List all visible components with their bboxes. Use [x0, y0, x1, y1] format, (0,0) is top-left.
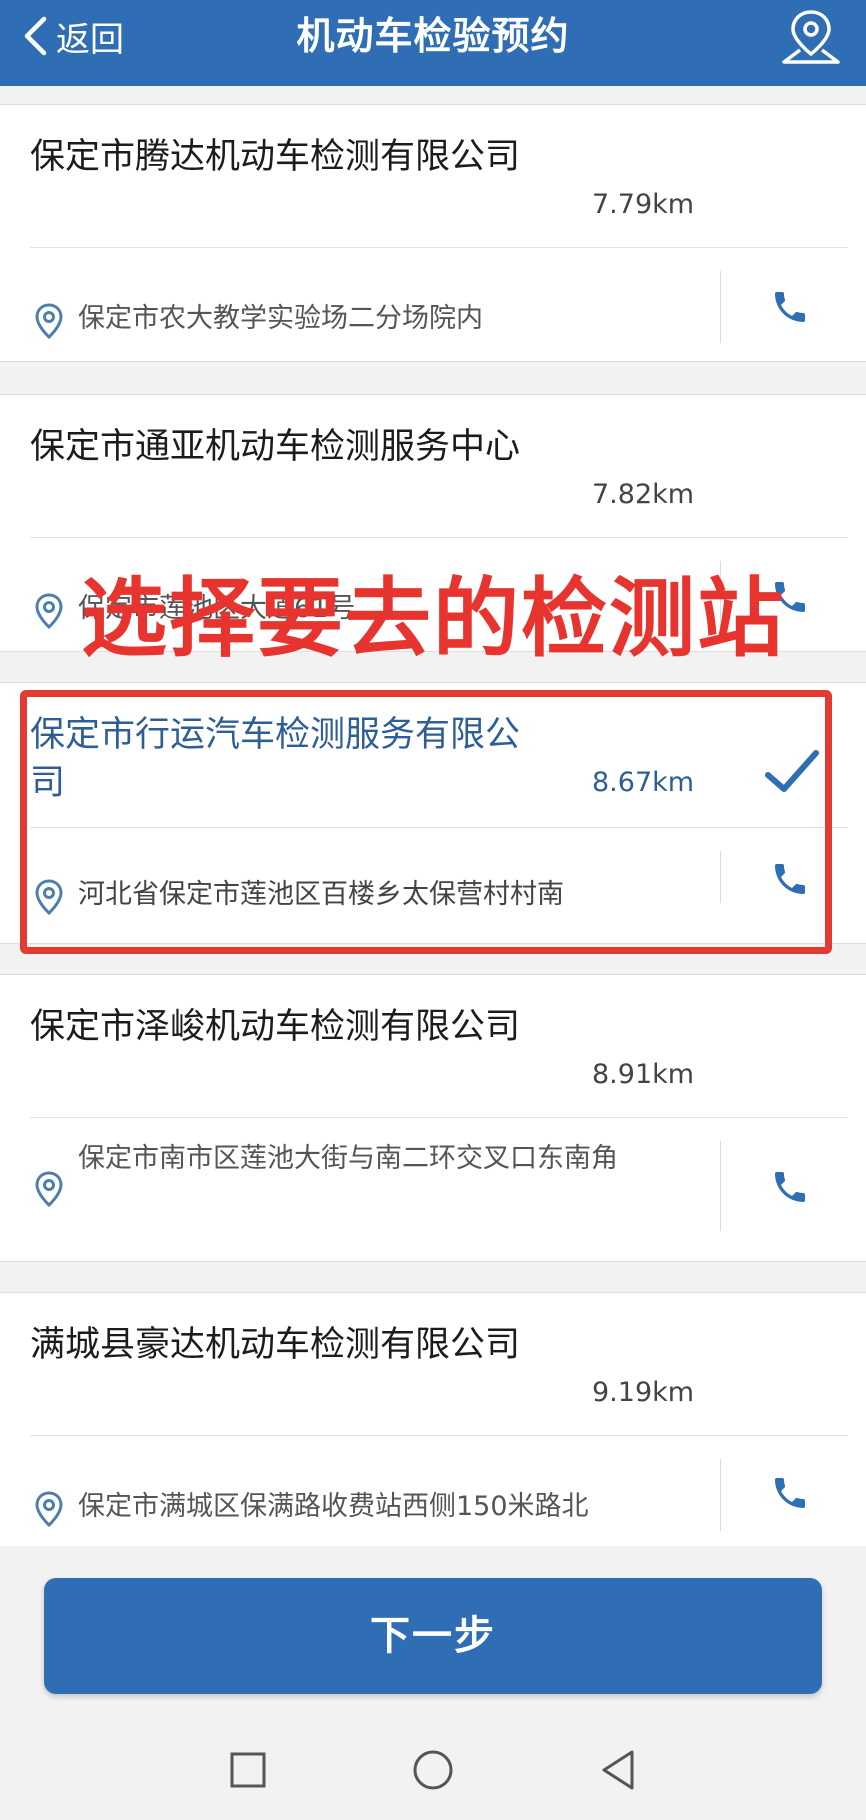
phone-icon[interactable] [770, 859, 810, 899]
map-pin-icon [35, 303, 63, 339]
map-pin-icon [35, 1171, 63, 1207]
back-triangle-icon[interactable] [590, 1742, 646, 1798]
checkmark-icon [765, 750, 819, 792]
page-title: 机动车检验预约 [296, 14, 570, 58]
phone-icon[interactable] [770, 1473, 810, 1513]
map-pin-icon [35, 879, 63, 915]
divider [720, 1459, 721, 1531]
station-distance: 8.91km [592, 1059, 695, 1090]
station-card[interactable]: 满城县豪达机动车检测有限公司 9.19km 保定市满城区保满路收费站西侧150米… [0, 1292, 866, 1546]
station-name: 满城县豪达机动车检测有限公司 [30, 1325, 521, 1365]
station-card-selected[interactable]: 保定市行运汽车检测服务有限公司 8.67km 河北省保定市莲池区百楼乡太保营村村… [0, 682, 866, 944]
station-card[interactable]: 保定市腾达机动车检测有限公司 7.79km 保定市农大教学实验场二分场院内 [0, 104, 866, 362]
station-name: 保定市泽峻机动车检测有限公司 [30, 1007, 521, 1047]
divider [30, 827, 848, 828]
divider [30, 247, 848, 248]
next-step-button[interactable]: 下一步 [44, 1578, 822, 1694]
recent-apps-icon[interactable] [220, 1742, 276, 1798]
station-address: 河北省保定市莲池区百楼乡太保营村村南 [78, 879, 564, 910]
divider [30, 1435, 848, 1436]
phone-icon[interactable] [770, 287, 810, 327]
station-card[interactable]: 保定市通亚机动车检测服务中心 7.82km 保定市莲池区大道61号 [0, 394, 866, 652]
station-address: 保定市农大教学实验场二分场院内 [78, 303, 483, 334]
divider [720, 1141, 721, 1231]
divider [30, 1117, 848, 1118]
home-icon[interactable] [405, 1742, 461, 1798]
station-list[interactable]: 保定市腾达机动车检测有限公司 7.79km 保定市农大教学实验场二分场院内 保定… [0, 86, 866, 1546]
station-address: 保定市南市区莲池大街与南二环交叉口东南角 [78, 1143, 618, 1174]
map-pin-icon [35, 1491, 63, 1527]
location-button[interactable] [778, 6, 844, 66]
station-address: 保定市莲池区大道61号 [78, 593, 356, 624]
station-distance: 7.79km [592, 189, 695, 220]
station-distance: 8.67km [592, 767, 695, 798]
divider [720, 851, 721, 903]
station-distance: 9.19km [592, 1377, 695, 1408]
divider [30, 537, 848, 538]
system-nav-bar [0, 1720, 866, 1820]
app-header: 返回 机动车检验预约 [0, 0, 866, 86]
station-name: 保定市行运汽车检测服务有限公司 [30, 715, 521, 803]
divider [720, 271, 721, 343]
divider [720, 561, 721, 633]
station-name: 保定市腾达机动车检测有限公司 [30, 137, 521, 177]
map-pin-icon [35, 593, 63, 629]
phone-icon[interactable] [770, 577, 810, 617]
location-icon [782, 10, 840, 64]
phone-icon[interactable] [770, 1167, 810, 1207]
station-address: 保定市满城区保满路收费站西侧150米路北 [78, 1491, 589, 1522]
station-name: 保定市通亚机动车检测服务中心 [30, 427, 521, 467]
station-distance: 7.82km [592, 479, 695, 510]
station-card[interactable]: 保定市泽峻机动车检测有限公司 8.91km 保定市南市区莲池大街与南二环交叉口东… [0, 974, 866, 1262]
